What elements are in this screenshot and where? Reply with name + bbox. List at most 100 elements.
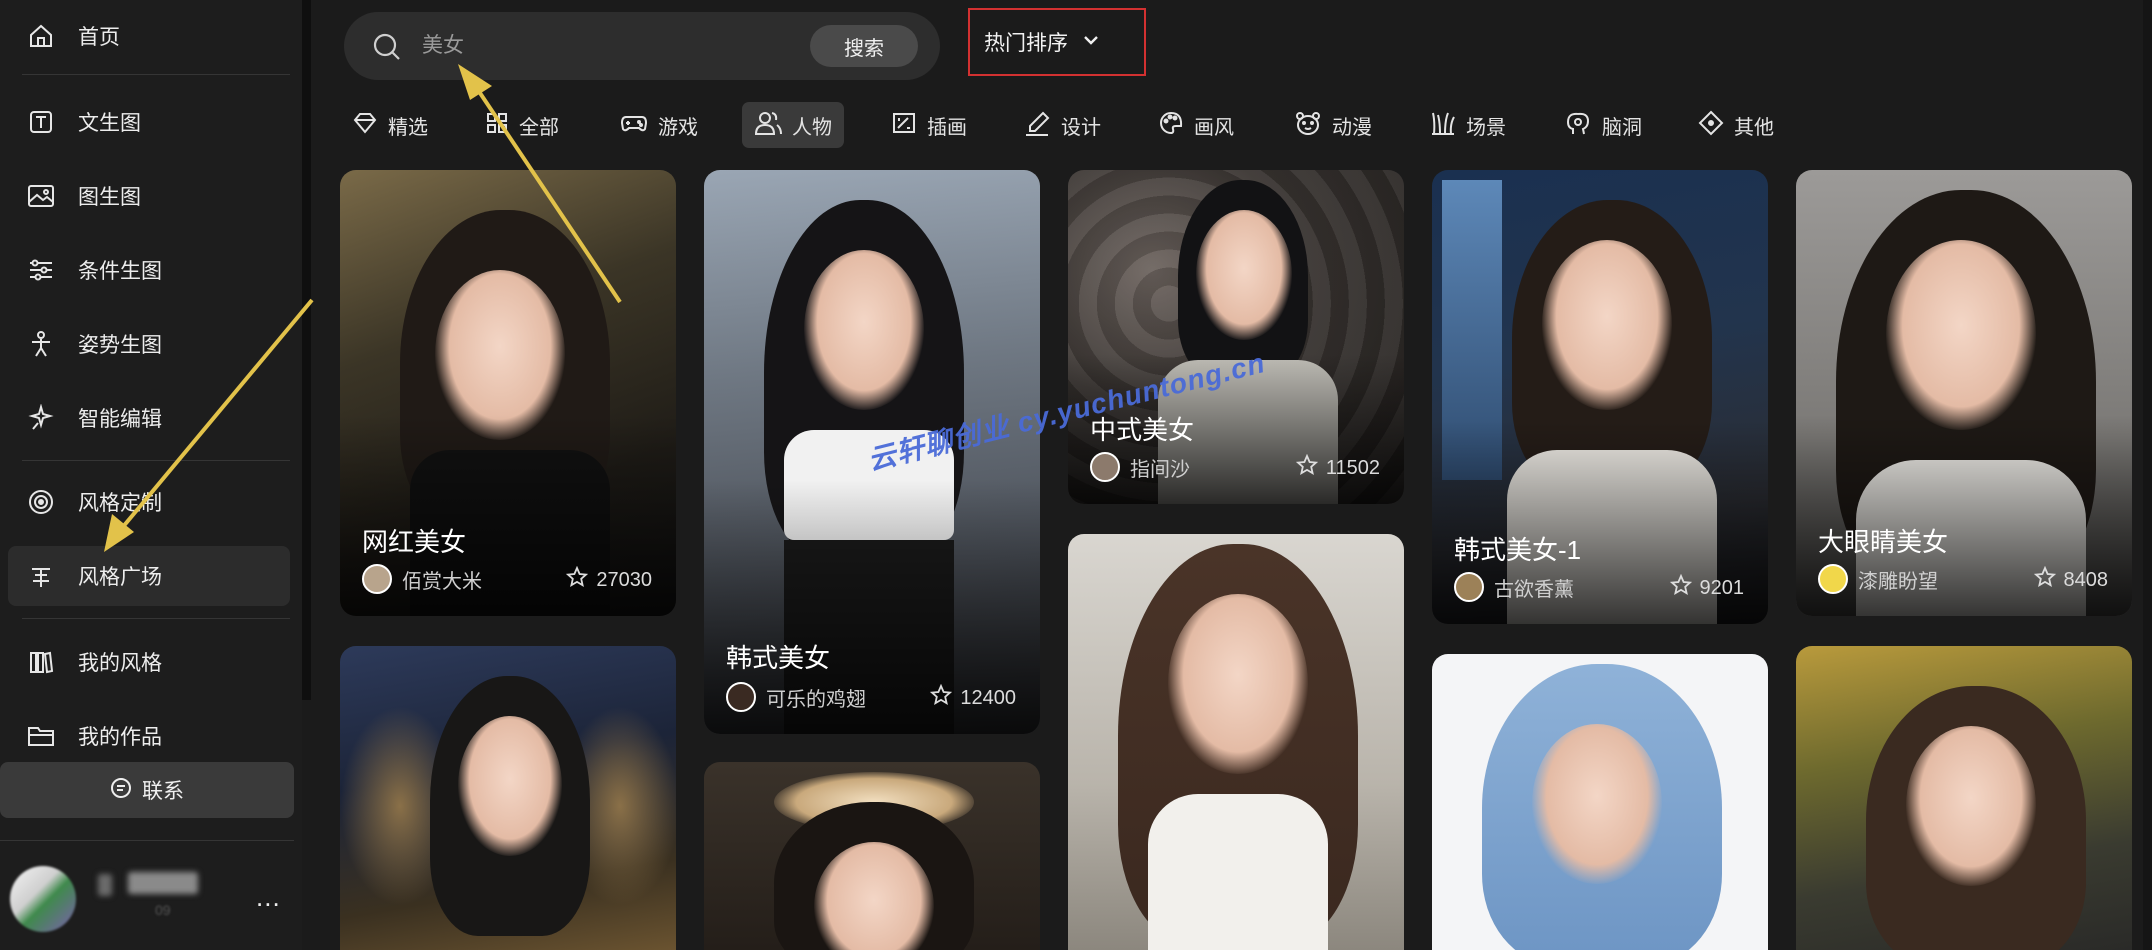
grid-icon bbox=[485, 111, 509, 140]
sidebar-item-pose[interactable]: 姿势生图 bbox=[8, 314, 290, 374]
target-icon bbox=[26, 487, 56, 517]
card-author[interactable]: 漆雕盼望 bbox=[1818, 564, 1938, 594]
tab-other[interactable]: 其他 bbox=[1686, 102, 1786, 148]
card-title: 网红美女 bbox=[362, 527, 467, 557]
tab-label: 人物 bbox=[792, 116, 832, 139]
tab-label: 其他 bbox=[1734, 116, 1774, 139]
card-stars[interactable]: 27030 bbox=[566, 565, 652, 594]
tab-illustration[interactable]: 插画 bbox=[879, 102, 979, 148]
tab-games[interactable]: 游戏 bbox=[608, 102, 710, 148]
style-card[interactable] bbox=[1796, 646, 2132, 950]
magic-sparkle-icon bbox=[26, 403, 56, 433]
sidebar-item-my-styles[interactable]: 我的风格 bbox=[8, 632, 290, 692]
style-card[interactable] bbox=[704, 762, 1040, 950]
contact-button[interactable]: 联系 bbox=[0, 762, 294, 818]
books-icon bbox=[26, 647, 56, 677]
sidebar-item-label: 风格定制 bbox=[78, 492, 162, 515]
sidebar-item-label: 我的作品 bbox=[78, 726, 162, 749]
sidebar-item-label: 智能编辑 bbox=[78, 408, 162, 431]
card-author[interactable]: 古欲香薰 bbox=[1454, 572, 1574, 602]
sidebar-scrollbar[interactable] bbox=[302, 0, 311, 700]
card-stars[interactable]: 11502 bbox=[1295, 453, 1380, 482]
star-icon bbox=[1669, 573, 1692, 602]
avatar[interactable] bbox=[10, 866, 76, 932]
tab-scene[interactable]: 场景 bbox=[1418, 102, 1518, 148]
sort-label: 热门排序 bbox=[984, 32, 1068, 55]
tab-label: 游戏 bbox=[658, 116, 698, 139]
style-square-icon bbox=[26, 561, 56, 591]
style-card[interactable] bbox=[1068, 534, 1404, 950]
chat-icon bbox=[110, 777, 132, 804]
text-box-icon bbox=[26, 107, 56, 137]
tab-label: 插画 bbox=[927, 116, 967, 139]
page-scrollbar[interactable] bbox=[2143, 0, 2152, 950]
card-stars[interactable]: 9201 bbox=[1669, 573, 1745, 602]
tab-label: 精选 bbox=[388, 116, 428, 139]
tab-label: 画风 bbox=[1194, 116, 1234, 139]
card-author[interactable]: 指间沙 bbox=[1090, 452, 1190, 482]
tab-art-style[interactable]: 画风 bbox=[1146, 102, 1246, 148]
style-card[interactable]: 网红美女 佰赏大米 27030 bbox=[340, 170, 676, 616]
sidebar-item-my-works[interactable]: 我的作品 bbox=[8, 706, 290, 766]
sidebar-item-text-to-image[interactable]: 文生图 bbox=[8, 92, 290, 152]
star-count: 9201 bbox=[1699, 576, 1745, 599]
sidebar-item-style-square[interactable]: 风格广场 bbox=[8, 546, 290, 606]
sliders-icon bbox=[26, 255, 56, 285]
people-icon bbox=[754, 110, 782, 141]
sidebar-item-style-custom[interactable]: 风格定制 bbox=[8, 472, 290, 532]
tab-label: 脑洞 bbox=[1602, 116, 1642, 139]
sidebar-item-label: 姿势生图 bbox=[78, 334, 162, 357]
bear-face-icon bbox=[1294, 110, 1322, 141]
star-count: 27030 bbox=[596, 568, 652, 591]
star-icon bbox=[1295, 453, 1319, 482]
tab-design[interactable]: 设计 bbox=[1011, 102, 1113, 148]
author-name: 指间沙 bbox=[1130, 458, 1190, 481]
chevron-down-icon bbox=[1082, 33, 1100, 51]
sort-dropdown[interactable]: 热门排序 bbox=[968, 8, 1146, 76]
sidebar: 首页 文生图 图生图 条件生图 姿势生图 智能编辑 风格定制 风格广场 我的风格… bbox=[0, 0, 302, 950]
card-stars[interactable]: 8408 bbox=[2033, 565, 2109, 594]
sidebar-item-label: 首页 bbox=[78, 26, 120, 49]
tab-label: 全部 bbox=[519, 116, 559, 139]
tab-people[interactable]: 人物 bbox=[742, 102, 844, 148]
author-name: 古欲香薰 bbox=[1494, 578, 1574, 601]
style-card[interactable] bbox=[1432, 654, 1768, 950]
sidebar-item-image-to-image[interactable]: 图生图 bbox=[8, 166, 290, 226]
style-card[interactable]: 韩式美女-1 古欲香薰 9201 bbox=[1432, 170, 1768, 624]
diamond-dot-icon bbox=[1698, 110, 1724, 141]
style-card[interactable]: 大眼睛美女 漆雕盼望 8408 bbox=[1796, 170, 2132, 616]
star-count: 8408 bbox=[2063, 568, 2109, 591]
style-card[interactable]: 中式美女 指间沙 11502 bbox=[1068, 170, 1404, 504]
sidebar-item-home[interactable]: 首页 bbox=[8, 6, 290, 66]
card-author[interactable]: 佰赏大米 bbox=[362, 564, 482, 594]
author-name: 漆雕盼望 bbox=[1858, 570, 1938, 593]
pen-icon bbox=[1023, 110, 1051, 141]
illustration-icon bbox=[891, 111, 917, 140]
user-profile[interactable]: 09 ... bbox=[0, 842, 300, 942]
tab-all[interactable]: 全部 bbox=[473, 102, 571, 148]
more-options-button[interactable]: ... bbox=[256, 882, 281, 913]
author-name: 可乐的鸡翅 bbox=[766, 688, 866, 711]
sidebar-divider bbox=[22, 460, 290, 461]
sidebar-divider bbox=[22, 74, 290, 75]
tab-anime[interactable]: 动漫 bbox=[1282, 102, 1384, 148]
sidebar-item-label: 我的风格 bbox=[78, 652, 162, 675]
tab-brainstorm[interactable]: 脑洞 bbox=[1552, 102, 1654, 148]
author-avatar bbox=[362, 564, 392, 594]
author-avatar bbox=[1818, 564, 1848, 594]
card-title: 韩式美女 bbox=[726, 643, 831, 673]
search-input[interactable] bbox=[422, 28, 722, 64]
card-author[interactable]: 可乐的鸡翅 bbox=[726, 682, 866, 712]
palette-icon bbox=[1158, 110, 1184, 141]
tab-featured[interactable]: 精选 bbox=[340, 102, 440, 148]
star-icon bbox=[930, 683, 953, 712]
star-count: 12400 bbox=[960, 686, 1016, 709]
card-title: 韩式美女-1 bbox=[1454, 535, 1582, 565]
sidebar-item-conditional[interactable]: 条件生图 bbox=[8, 240, 290, 300]
sidebar-item-smart-edit[interactable]: 智能编辑 bbox=[8, 388, 290, 448]
style-card[interactable] bbox=[340, 646, 676, 950]
search-bar: 搜索 bbox=[344, 12, 940, 80]
search-button[interactable]: 搜索 bbox=[810, 25, 918, 67]
grass-icon bbox=[1430, 110, 1456, 141]
card-stars[interactable]: 12400 bbox=[930, 683, 1016, 712]
